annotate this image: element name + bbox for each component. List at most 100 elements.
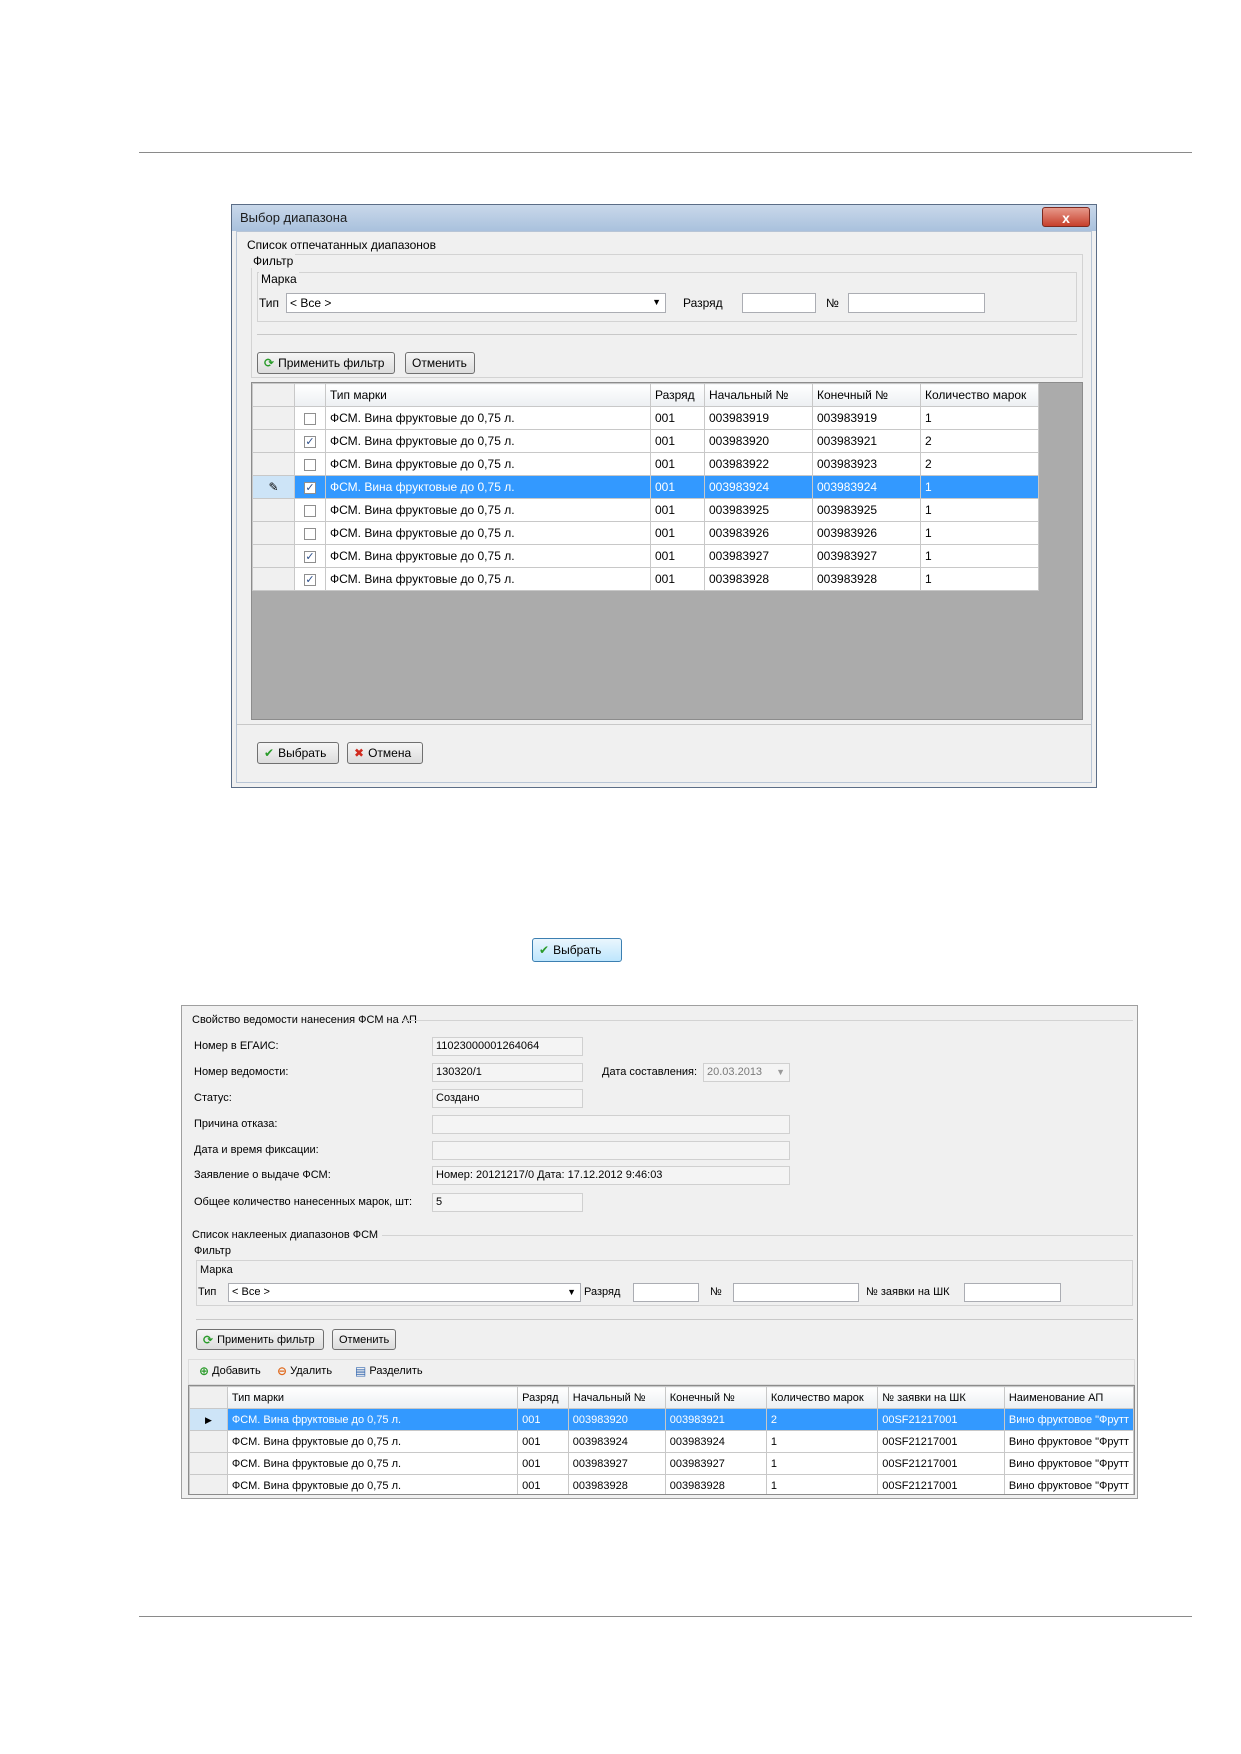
delete-button[interactable]: ⊖ Удалить <box>277 1365 332 1377</box>
row-header[interactable] <box>252 521 295 545</box>
column-header[interactable]: Конечный № <box>664 1386 767 1409</box>
row-header[interactable] <box>189 1452 228 1475</box>
cell-count: 1 <box>765 1452 879 1475</box>
column-header[interactable]: Конечный № <box>812 383 921 407</box>
table-row[interactable]: ▶ ФСМ. Вина фруктовые до 0,75 л. 001 003983… <box>189 1408 1134 1431</box>
row-checkbox[interactable]: ✓ <box>304 550 316 563</box>
razryad-input[interactable] <box>633 1283 699 1302</box>
fix-field[interactable] <box>432 1141 790 1160</box>
type-combo[interactable]: < Все > ▼ <box>286 293 666 313</box>
application-field[interactable]: Номер: 20121217/0 Дата: 17.12.2012 9:46:… <box>432 1166 790 1185</box>
checkbox-cell[interactable] <box>294 498 326 522</box>
column-header[interactable]: Начальный № <box>567 1386 666 1409</box>
choose-button-sample[interactable]: ✔ Выбрать <box>532 938 622 962</box>
column-header[interactable]: Начальный № <box>704 383 813 407</box>
table-row[interactable]: ФСМ. Вина фруктовые до 0,75 л. 001 0039839… <box>252 406 1039 430</box>
table-row[interactable]: ФСМ. Вина фруктовые до 0,75 л. 001 0039839… <box>189 1452 1134 1475</box>
row-header[interactable] <box>252 452 295 476</box>
row-header[interactable] <box>252 498 295 522</box>
row-header[interactable] <box>189 1474 228 1494</box>
row-header[interactable]: ▶ <box>189 1408 228 1431</box>
cell-type: ФСМ. Вина фруктовые до 0,75 л. <box>325 567 651 591</box>
row-header[interactable] <box>252 429 295 453</box>
row-checkbox[interactable] <box>304 458 316 471</box>
row-header[interactable] <box>189 1430 228 1453</box>
cell-razryad: 001 <box>517 1408 569 1431</box>
row-header[interactable] <box>252 544 295 568</box>
reason-field[interactable] <box>432 1115 790 1134</box>
number-input[interactable] <box>733 1283 859 1302</box>
checkbox-cell[interactable] <box>294 521 326 545</box>
split-button[interactable]: ▤ Разделить <box>355 1365 423 1377</box>
column-header[interactable]: Разряд <box>517 1386 569 1409</box>
column-header[interactable]: Количество марок <box>765 1386 879 1409</box>
razryad-input[interactable] <box>742 293 816 313</box>
apply-filter-button[interactable]: ⟳ Применить фильтр <box>196 1329 324 1350</box>
divider <box>382 1235 1133 1236</box>
type-label: Тип <box>259 296 280 310</box>
close-button[interactable]: x <box>1042 207 1090 227</box>
table-row[interactable]: ✓ ФСМ. Вина фруктовые до 0,75 л. 001 003983… <box>252 544 1039 568</box>
checkbox-cell[interactable] <box>294 452 326 476</box>
row-checkbox[interactable] <box>304 412 316 425</box>
apply-filter-button[interactable]: ⟳ Применить фильтр <box>257 352 395 374</box>
column-header[interactable]: Тип марки <box>226 1386 519 1409</box>
table-row[interactable]: ФСМ. Вина фруктовые до 0,75 л. 001 0039839… <box>252 521 1039 545</box>
row-checkbox[interactable]: ✓ <box>304 573 316 586</box>
section-title: Свойство ведомости нанесения ФСМ на АП <box>192 1014 417 1026</box>
table-row[interactable]: ✓ ФСМ. Вина фруктовые до 0,75 л. 001 003983… <box>252 429 1039 453</box>
column-header[interactable]: Тип марки <box>325 383 651 407</box>
number-input[interactable] <box>848 293 985 313</box>
status-field[interactable]: Создано <box>432 1089 583 1108</box>
column-header[interactable]: Разряд <box>650 383 705 407</box>
cancel-filter-button[interactable]: Отменить <box>332 1329 396 1350</box>
cell-type: ФСМ. Вина фруктовые до 0,75 л. <box>226 1474 519 1494</box>
total-field[interactable]: 5 <box>432 1193 583 1212</box>
row-checkbox[interactable] <box>304 504 316 517</box>
column-header[interactable]: № заявки на ШК <box>877 1386 1005 1409</box>
add-button[interactable]: ⊕ Добавить <box>199 1365 261 1377</box>
number-label: № <box>826 296 839 310</box>
row-checkbox[interactable]: ✓ <box>304 481 316 494</box>
cell-start: 003983920 <box>704 429 813 453</box>
row-header-corner <box>252 383 295 407</box>
applied-ranges-grid[interactable]: Тип марки Разряд Начальный № Конечный № … <box>188 1385 1135 1495</box>
checkbox-cell[interactable]: ✓ <box>294 429 326 453</box>
type-combo[interactable]: < Все > ▼ <box>228 1283 581 1302</box>
cancel-filter-button[interactable]: Отменить <box>405 352 475 374</box>
ranges-grid[interactable]: Тип марки Разряд Начальный № Конечный № … <box>251 382 1083 720</box>
table-row[interactable]: ФСМ. Вина фруктовые до 0,75 л. 001 0039839… <box>252 452 1039 476</box>
cell-count: 1 <box>920 498 1039 522</box>
choose-button[interactable]: ✔ Выбрать <box>257 742 339 764</box>
column-header[interactable]: Количество марок <box>920 383 1039 407</box>
number-label: № <box>710 1286 722 1298</box>
checkbox-cell[interactable] <box>294 406 326 430</box>
statement-field[interactable]: 130320/1 <box>432 1063 583 1082</box>
row-header[interactable]: ✎ <box>252 475 295 499</box>
statement-label: Номер ведомости: <box>194 1066 289 1078</box>
checkbox-cell[interactable]: ✓ <box>294 544 326 568</box>
table-row[interactable]: ✓ ФСМ. Вина фруктовые до 0,75 л. 001 003983… <box>252 567 1039 591</box>
table-row[interactable]: ФСМ. Вина фруктовые до 0,75 л. 001 0039839… <box>189 1430 1134 1453</box>
row-checkbox[interactable] <box>304 527 316 540</box>
cell-end: 003983924 <box>812 475 921 499</box>
date-field[interactable]: 20.03.2013 ▼ <box>703 1063 790 1082</box>
checkbox-column-header[interactable] <box>294 383 326 407</box>
table-row[interactable]: ФСМ. Вина фруктовые до 0,75 л. 001 0039839… <box>189 1474 1134 1494</box>
column-header[interactable]: Наименование АП <box>1003 1386 1134 1409</box>
egais-field[interactable]: 11023000001264064 <box>432 1037 583 1056</box>
table-row[interactable]: ✎ ✓ ФСМ. Вина фруктовые до 0,75 л. 001 00398… <box>252 475 1039 499</box>
table-row[interactable]: ФСМ. Вина фруктовые до 0,75 л. 001 0039839… <box>252 498 1039 522</box>
type-combo-value: < Все > <box>232 1286 270 1298</box>
checkbox-cell[interactable]: ✓ <box>294 475 326 499</box>
cell-type: ФСМ. Вина фруктовые до 0,75 л. <box>325 406 651 430</box>
cell-count: 1 <box>920 521 1039 545</box>
razryad-label: Разряд <box>683 296 723 310</box>
cancel-button[interactable]: ✖ Отмена <box>347 742 423 764</box>
checkbox-cell[interactable]: ✓ <box>294 567 326 591</box>
barcode-input[interactable] <box>964 1283 1061 1302</box>
row-header[interactable] <box>252 406 295 430</box>
row-header[interactable] <box>252 567 295 591</box>
cell-razryad: 001 <box>650 452 705 476</box>
row-checkbox[interactable]: ✓ <box>304 435 316 448</box>
